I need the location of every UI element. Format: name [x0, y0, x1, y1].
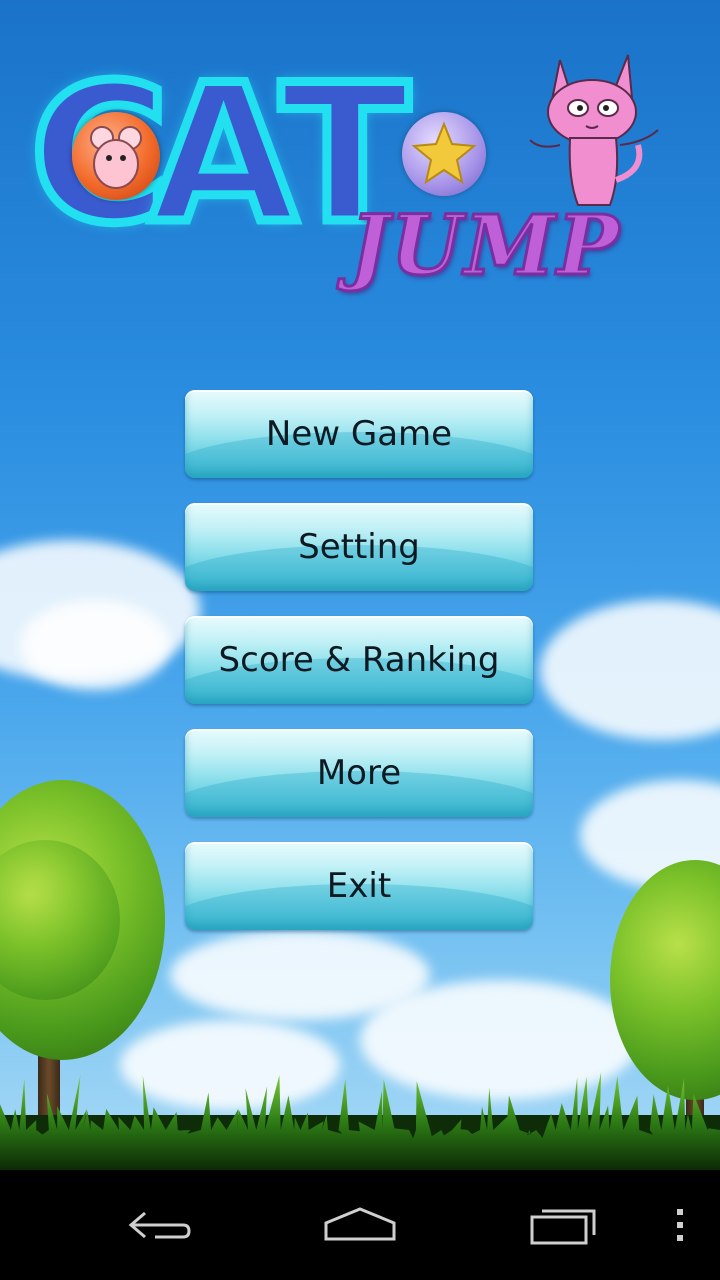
more-label: More	[316, 753, 402, 793]
home-button[interactable]	[305, 1190, 415, 1260]
setting-button[interactable]: Setting	[185, 503, 533, 591]
cat-mascot-icon	[529, 54, 659, 206]
logo-letter-a: A	[145, 44, 301, 265]
mouse-badge-icon	[72, 112, 160, 200]
score-ranking-label: Score & Ranking	[218, 640, 500, 680]
exit-button[interactable]: Exit	[185, 842, 533, 930]
system-navigation-bar	[0, 1170, 720, 1280]
setting-label: Setting	[298, 527, 420, 567]
game-screen: C A T JUMP	[0, 0, 720, 1280]
main-menu: New Game Setting Score & Ranking More Ex…	[185, 390, 533, 955]
exit-label: Exit	[326, 866, 392, 906]
new-game-label: New Game	[265, 414, 453, 454]
grass	[0, 1072, 720, 1170]
recent-apps-button[interactable]	[508, 1190, 618, 1260]
cloud	[540, 600, 720, 740]
score-ranking-button[interactable]: Score & Ranking	[185, 616, 533, 704]
more-button[interactable]: More	[185, 729, 533, 817]
overflow-menu-icon	[677, 1209, 683, 1241]
overflow-menu-button[interactable]	[625, 1190, 720, 1260]
new-game-button[interactable]: New Game	[185, 390, 533, 478]
back-button[interactable]	[105, 1190, 215, 1260]
star-badge-icon	[402, 112, 486, 196]
cloud	[20, 600, 170, 690]
background-scene: C A T JUMP	[0, 0, 720, 1170]
home-icon	[324, 1207, 396, 1241]
game-logo: C A T JUMP	[25, 44, 670, 320]
recent-apps-icon	[530, 1209, 596, 1245]
back-icon	[128, 1211, 191, 1239]
